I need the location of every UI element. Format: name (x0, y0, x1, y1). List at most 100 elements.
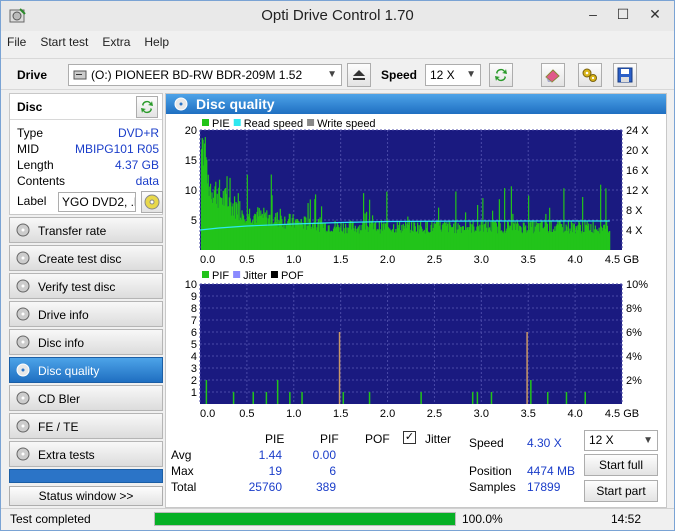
menu-extra[interactable]: Extra (102, 35, 130, 49)
x-tick-label: 0.0 (200, 254, 215, 266)
disc-type-value: DVD+R (117, 126, 159, 140)
x-tick-label: 0.5 (239, 254, 254, 266)
start-full-button[interactable]: Start full (584, 454, 658, 476)
x-tick-label: 0.0 (200, 408, 215, 420)
start-part-button[interactable]: Start part (584, 480, 658, 502)
col-jitter: Jitter (425, 432, 452, 446)
status-time: 14:52 (611, 512, 642, 526)
drive-select-value: (O:) PIONEER BD-RW BDR-209M 1.52 (91, 68, 303, 82)
chevron-down-icon: ▼ (327, 69, 337, 80)
disc-length-value: 4.37 GB (114, 158, 159, 172)
disc-type-key: Type (17, 126, 44, 140)
nav-item-cd-bler[interactable]: CD Bler (9, 385, 163, 411)
status-bar: Test completed 100.0% 14:52 (1, 508, 674, 530)
menu-file[interactable]: File (7, 35, 26, 49)
x-tick-label: 2.5 (427, 408, 442, 420)
disc-length-row: Length 4.37 GB (17, 158, 159, 174)
row-total: Total (171, 480, 197, 494)
refresh-icon (495, 68, 507, 82)
y2-tick-label: 4 X (626, 225, 643, 237)
refresh-speed-button[interactable] (489, 63, 513, 87)
nav-item-create-test-disc[interactable]: Create test disc (9, 245, 163, 271)
y2-tick-label: 2% (626, 375, 642, 387)
test-speed-select[interactable]: 12 X ▼ (584, 430, 658, 451)
x-tick-label: 1.0 (286, 408, 301, 420)
x-tick-label: 2.5 (427, 254, 442, 266)
settings-button[interactable] (578, 63, 602, 87)
legend-swatch-jitter (233, 271, 241, 278)
samples-key: Samples (469, 480, 516, 494)
nav-item-transfer-rate[interactable]: Transfer rate (9, 217, 163, 243)
disc-contents-row: Contents data (17, 174, 159, 190)
col-pie: PIE (265, 432, 285, 446)
legend-swatch-read-speed (233, 119, 241, 126)
status-window-button[interactable]: Status window >> (9, 486, 163, 506)
save-button[interactable] (613, 63, 637, 87)
nav-item-label: CD Bler (38, 392, 81, 406)
x-tick-label: 1.5 (333, 254, 348, 266)
y2-tick-label: 10% (626, 279, 648, 291)
disc-info-panel: Disc Type DVD+R MID MBIPG101 R05 Length … (9, 93, 163, 215)
eraser-icon (545, 69, 560, 83)
x-tick-label: 3.5 (521, 408, 536, 420)
erase-button[interactable] (541, 63, 565, 87)
disc-icon (16, 279, 30, 293)
y-tick-label: 8 (191, 303, 197, 315)
legend-swatch-pie (202, 119, 209, 126)
legend-swatch-pif (202, 271, 209, 278)
menu-help[interactable]: Help (144, 35, 169, 49)
pif-bar (565, 392, 568, 404)
disc-icon (16, 391, 30, 405)
pif-bar (476, 392, 479, 404)
legend-label-read-speed: Read speed (244, 118, 303, 130)
x-tick-label: 0.5 (239, 408, 254, 420)
disc-header: Disc (10, 94, 162, 120)
pie-chart: PIE Read speed Write speed 20 15 10 5 24 X 20 X 1… (185, 118, 650, 266)
jitter-checkbox[interactable]: ✓ (403, 431, 416, 444)
close-button[interactable]: ✕ (640, 3, 670, 27)
title-bar: Opti Drive Control 1.70 – ☐ ✕ (1, 1, 674, 31)
x-tick-label: 4.0 (567, 254, 582, 266)
y2-tick-label: 4% (626, 351, 642, 363)
nav-item-disc-info[interactable]: Disc info (9, 329, 163, 355)
nav-item-verify-test-disc[interactable]: Verify test disc (9, 273, 163, 299)
maximize-button[interactable]: ☐ (608, 3, 638, 27)
x-tick-label: 4.0 (567, 408, 582, 420)
col-pof: POF (365, 432, 390, 446)
x-tick-label: 3.0 (474, 254, 489, 266)
nav-item-fe-te[interactable]: FE / TE (9, 413, 163, 439)
drive-select[interactable]: (O:) PIONEER BD-RW BDR-209M 1.52 ▼ (68, 64, 342, 86)
pif-bar (301, 392, 303, 404)
disc-type-row: Type DVD+R (17, 126, 159, 142)
menu-start-test[interactable]: Start test (40, 35, 88, 49)
pif-bar (471, 392, 474, 404)
disc-label-field[interactable]: YGO DVD2, .h (58, 192, 136, 212)
y-tick-label: 3 (191, 363, 197, 375)
y-tick-label: 9 (191, 291, 197, 303)
disc-icon (16, 363, 30, 377)
nav-item-disc-quality[interactable]: Disc quality (9, 357, 163, 383)
disc-icon (16, 335, 30, 349)
speed-select[interactable]: 12 X ▼ (425, 64, 481, 86)
pif-bar (338, 332, 341, 404)
left-panel: Disc Type DVD+R MID MBIPG101 R05 Length … (9, 93, 163, 508)
disc-length-key: Length (17, 158, 54, 172)
disc-label-button[interactable] (141, 191, 163, 213)
y-tick-label: 4 (191, 351, 197, 363)
eject-button[interactable] (347, 63, 371, 87)
speed-key: Speed (469, 436, 504, 450)
app-window: Opti Drive Control 1.70 – ☐ ✕ File Start… (0, 0, 675, 531)
disc-refresh-button[interactable] (136, 96, 158, 118)
eject-icon (353, 70, 365, 80)
nav-item-extra-tests[interactable]: Extra tests (9, 441, 163, 467)
pif-bar (265, 392, 268, 404)
progress-bar (154, 512, 456, 526)
nav-item-drive-info[interactable]: Drive info (9, 301, 163, 327)
disc-header-title: Disc (17, 100, 43, 114)
minimize-button[interactable]: – (578, 3, 608, 27)
x-tick-label: 3.5 (521, 254, 536, 266)
nav-item-label: Transfer rate (38, 224, 107, 238)
pif-bar (342, 392, 345, 404)
x-tick-label: 3.0 (474, 408, 489, 420)
disc-mid-value: MBIPG101 R05 (74, 142, 159, 156)
